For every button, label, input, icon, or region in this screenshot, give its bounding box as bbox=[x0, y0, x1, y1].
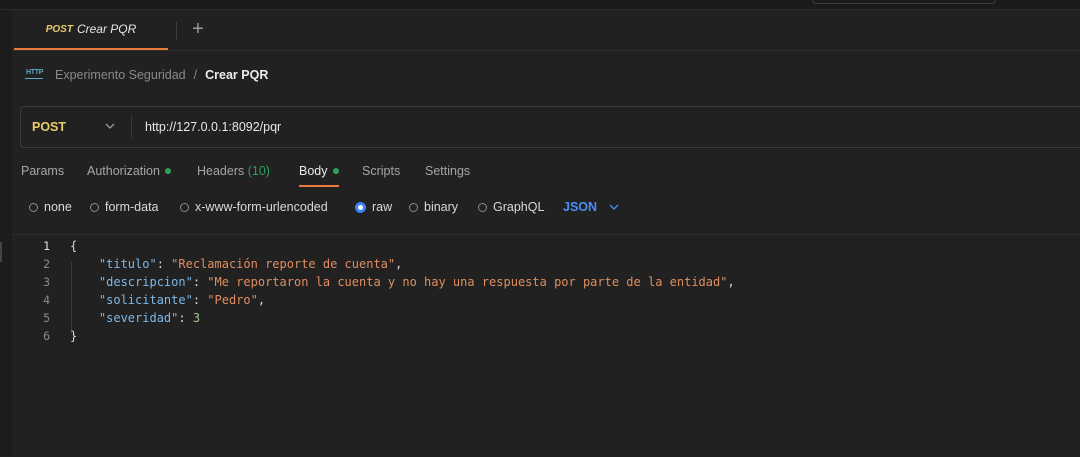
tab-settings[interactable]: Settings bbox=[425, 161, 470, 187]
url-input[interactable]: http://127.0.0.1:8092/pqr bbox=[145, 107, 281, 147]
code-line[interactable]: "titulo": "Reclamación reporte de cuenta… bbox=[70, 255, 402, 273]
line-number: 3 bbox=[43, 275, 50, 289]
breadcrumb-separator: / bbox=[193, 68, 198, 82]
line-number: 5 bbox=[43, 311, 50, 325]
radio-raw[interactable]: raw bbox=[355, 198, 392, 216]
new-tab-button[interactable]: + bbox=[188, 18, 208, 40]
http-icon: HTTP bbox=[25, 68, 43, 82]
tab-divider bbox=[176, 22, 177, 40]
tab-scripts[interactable]: Scripts bbox=[362, 161, 400, 187]
method-select[interactable]: POST bbox=[32, 107, 66, 147]
active-indicator-dot bbox=[164, 168, 171, 174]
window-top-strip bbox=[0, 0, 1080, 10]
chevron-down-icon[interactable] bbox=[104, 120, 116, 132]
format-select[interactable]: JSON bbox=[563, 198, 597, 216]
breadcrumb: HTTP Experimento Seguridad / Crear PQR bbox=[25, 66, 268, 84]
radio-x-www-form-urlencoded[interactable]: x-www-form-urlencoded bbox=[180, 198, 328, 216]
tab-method: POST bbox=[45, 23, 73, 35]
search-bar-edge[interactable] bbox=[812, 0, 996, 4]
line-number: 6 bbox=[43, 329, 50, 343]
radio-graphql[interactable]: GraphQL bbox=[478, 198, 544, 216]
line-number: 4 bbox=[43, 293, 50, 307]
line-number: 1 bbox=[43, 239, 50, 253]
code-line[interactable]: { bbox=[70, 237, 77, 255]
code-line[interactable]: "descripcion": "Me reportaron la cuenta … bbox=[70, 273, 735, 291]
breadcrumb-current[interactable]: Crear PQR bbox=[205, 68, 268, 82]
radio-none[interactable]: none bbox=[29, 198, 72, 216]
request-tab[interactable]: POST Crear PQR bbox=[14, 10, 168, 50]
tab-body[interactable]: Body bbox=[299, 161, 339, 187]
radio-binary[interactable]: binary bbox=[409, 198, 458, 216]
radio-form-data[interactable]: form-data bbox=[90, 198, 159, 216]
body-editor[interactable]: 1 { 2 "titulo": "Reclamación reporte de … bbox=[12, 234, 1080, 457]
url-divider bbox=[131, 116, 132, 138]
tab-bar: POST Crear PQR + bbox=[12, 10, 1080, 51]
code-line[interactable]: } bbox=[70, 327, 77, 345]
url-bar: POST http://127.0.0.1:8092/pqr bbox=[20, 106, 1080, 148]
code-line[interactable]: "severidad": 3 bbox=[70, 309, 200, 327]
line-number: 2 bbox=[43, 257, 50, 271]
tab-params[interactable]: Params bbox=[21, 161, 64, 187]
active-indicator-dot bbox=[332, 168, 339, 174]
tab-title: Crear PQR bbox=[76, 22, 137, 36]
code-line[interactable]: "solicitante": "Pedro", bbox=[70, 291, 265, 309]
breadcrumb-collection[interactable]: Experimento Seguridad bbox=[55, 68, 186, 82]
chevron-down-icon[interactable] bbox=[608, 201, 620, 213]
gutter-marker bbox=[0, 242, 2, 262]
tab-authorization[interactable]: Authorization bbox=[87, 161, 171, 187]
tab-headers[interactable]: Headers (10) bbox=[197, 161, 270, 187]
left-gutter bbox=[0, 10, 12, 456]
